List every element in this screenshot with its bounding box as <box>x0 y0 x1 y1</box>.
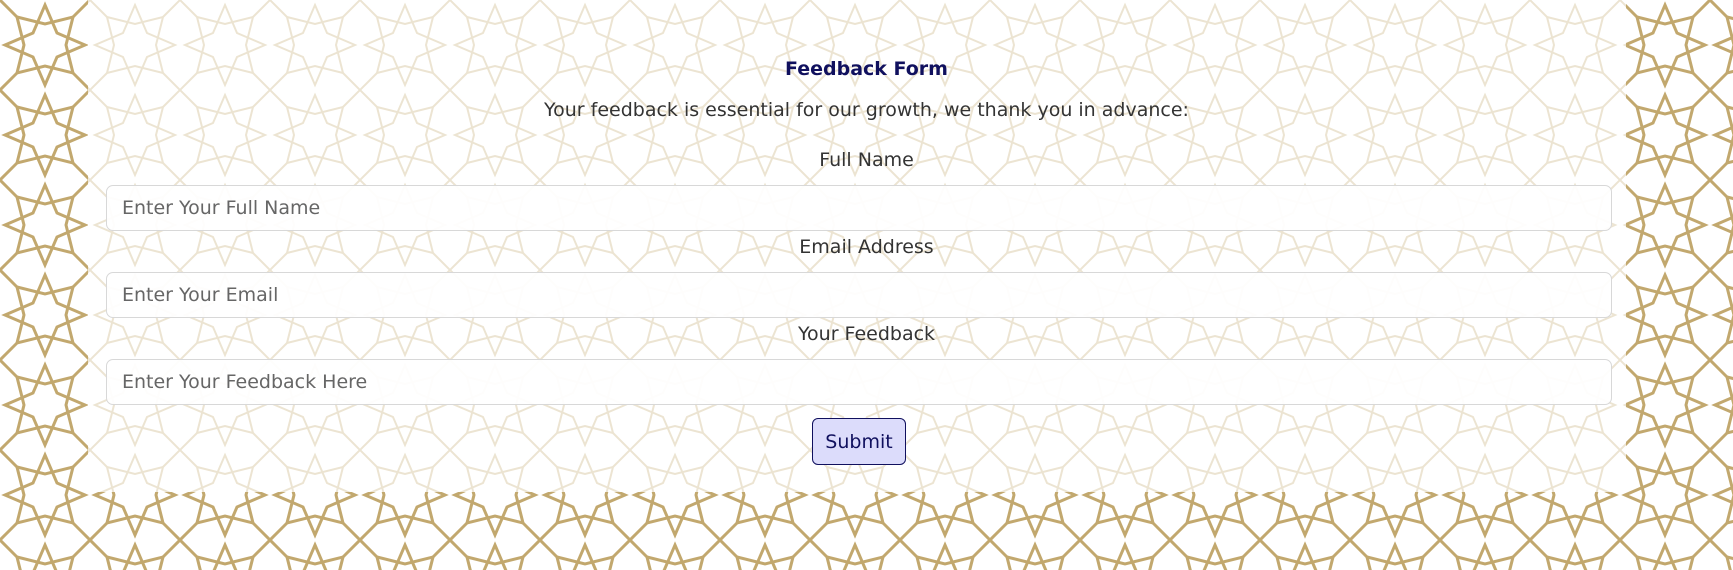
submit-button[interactable]: Submit <box>812 418 906 465</box>
form-title: Feedback Form <box>785 58 948 80</box>
email-input[interactable] <box>106 272 1612 318</box>
feedback-label: Your Feedback <box>797 323 936 345</box>
full-name-input[interactable] <box>106 185 1612 231</box>
email-label: Email Address <box>799 236 934 258</box>
form-subtitle: Your feedback is essential for our growt… <box>544 99 1189 121</box>
feedback-form: Feedback Form Your feedback is essential… <box>0 0 1733 570</box>
feedback-input[interactable] <box>106 359 1612 405</box>
full-name-label: Full Name <box>819 149 914 171</box>
